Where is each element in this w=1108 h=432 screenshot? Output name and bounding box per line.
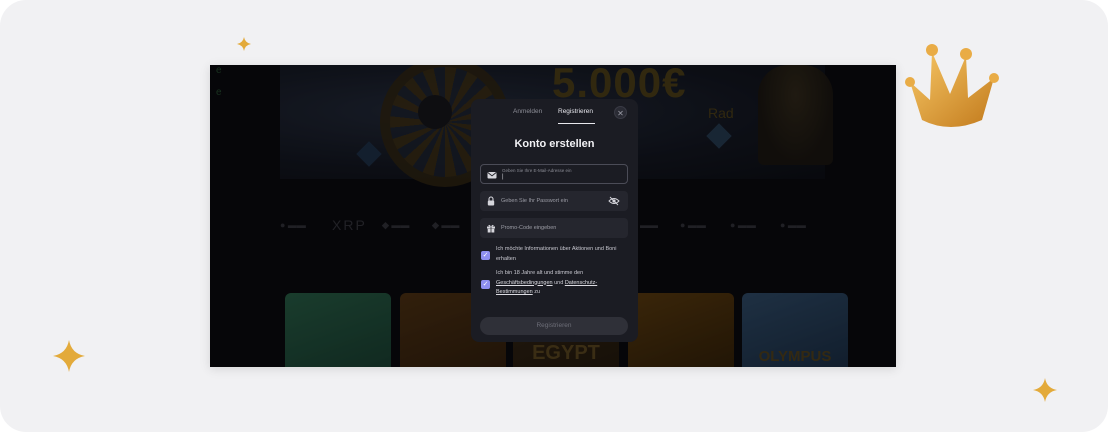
- casino-screenshot: 5.000€ Rad e e ● ▬▬ XRP ◆ ▬▬ ◆ ▬▬ ▬▬ ● ▬…: [210, 65, 896, 367]
- close-button[interactable]: ✕: [614, 106, 627, 119]
- lock-icon: [487, 196, 495, 206]
- terms-text-mid: und: [552, 279, 565, 286]
- auth-tabs: Anmelden Registrieren: [471, 108, 638, 126]
- email-value: |: [502, 174, 504, 180]
- terms-label: Ich bin 18 Jahre alt und stimme den Gesc…: [496, 269, 626, 298]
- email-field[interactable]: Geben Sie Ihre E-Mail-Adresse ein |: [480, 164, 628, 184]
- sparkle-icon: [237, 37, 251, 51]
- close-icon: ✕: [617, 109, 624, 118]
- eye-off-icon[interactable]: [608, 196, 620, 206]
- terms-link[interactable]: Geschäftsbedingungen: [496, 280, 553, 286]
- promo-placeholder: Promo-Code eingeben: [501, 225, 557, 231]
- crown-icon: [905, 44, 999, 127]
- checkmark-icon: ✓: [482, 252, 489, 259]
- terms-text-after: zu: [532, 289, 541, 295]
- active-tab-indicator: [558, 123, 595, 124]
- terms-checkbox[interactable]: ✓: [481, 280, 490, 289]
- terms-text-before: Ich bin 18 Jahre alt und stimme den: [496, 270, 584, 276]
- register-modal: Anmelden Registrieren ✕ Konto erstellen …: [471, 99, 638, 342]
- gift-icon: [487, 224, 495, 233]
- newsletter-label: Ich möchte Informationen über Aktionen u…: [496, 246, 617, 262]
- tab-login[interactable]: Anmelden: [513, 108, 542, 115]
- newsletter-checkbox[interactable]: ✓: [481, 251, 490, 260]
- tab-register[interactable]: Registrieren: [558, 108, 593, 115]
- password-field[interactable]: Geben Sie Ihr Passwort ein: [480, 191, 628, 211]
- checkmark-icon: ✓: [482, 281, 489, 288]
- sparkle-icon: [53, 340, 85, 372]
- password-placeholder: Geben Sie Ihr Passwort ein: [501, 198, 568, 204]
- sparkle-icon: [1033, 378, 1057, 402]
- promo-code-field[interactable]: Promo-Code eingeben: [480, 218, 628, 238]
- register-submit-button[interactable]: Registrieren: [480, 317, 628, 335]
- modal-title: Konto erstellen: [514, 138, 595, 150]
- email-placeholder: Geben Sie Ihre E-Mail-Adresse ein: [502, 168, 572, 173]
- envelope-icon: [487, 172, 497, 179]
